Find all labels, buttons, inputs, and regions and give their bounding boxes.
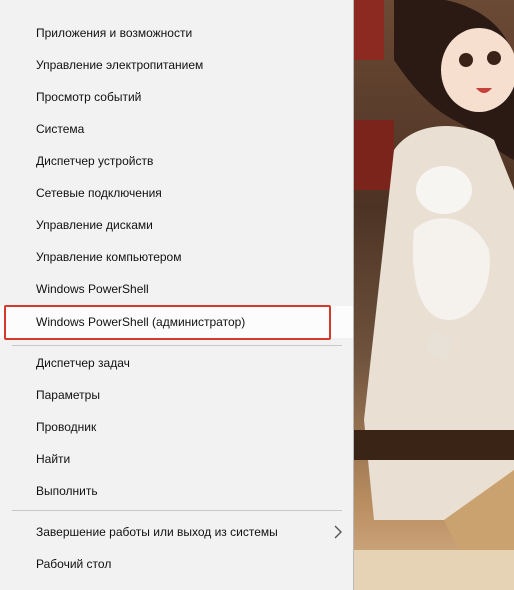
menu-item-label: Выполнить bbox=[36, 484, 98, 498]
menu-item-task-manager[interactable]: Диспетчер задач bbox=[0, 347, 353, 379]
menu-item-windows-powershell-admin[interactable]: Windows PowerShell (администратор) bbox=[0, 306, 353, 338]
menu-item-event-viewer[interactable]: Просмотр событий bbox=[0, 81, 353, 113]
menu-item-label: Windows PowerShell bbox=[36, 282, 149, 296]
menu-item-desktop[interactable]: Рабочий стол bbox=[0, 548, 353, 580]
menu-item-file-explorer[interactable]: Проводник bbox=[0, 411, 353, 443]
menu-item-computer-management[interactable]: Управление компьютером bbox=[0, 241, 353, 273]
menu-item-system[interactable]: Система bbox=[0, 113, 353, 145]
menu-item-network-connections[interactable]: Сетевые подключения bbox=[0, 177, 353, 209]
menu-item-label: Просмотр событий bbox=[36, 90, 142, 104]
menu-item-label: Windows PowerShell (администратор) bbox=[36, 315, 246, 329]
chevron-right-icon bbox=[333, 525, 343, 539]
menu-item-label: Диспетчер устройств bbox=[36, 154, 154, 168]
menu-item-label: Управление электропитанием bbox=[36, 58, 204, 72]
menu-item-label: Система bbox=[36, 122, 85, 136]
wallpaper-illustration bbox=[354, 0, 514, 590]
menu-item-label: Сетевые подключения bbox=[36, 186, 162, 200]
menu-item-windows-powershell[interactable]: Windows PowerShell bbox=[0, 273, 353, 305]
menu-item-device-manager[interactable]: Диспетчер устройств bbox=[0, 145, 353, 177]
menu-item-label: Найти bbox=[36, 452, 71, 466]
menu-item-search[interactable]: Найти bbox=[0, 443, 353, 475]
desktop-wallpaper bbox=[354, 0, 514, 590]
menu-separator bbox=[12, 510, 342, 511]
menu-item-disk-management[interactable]: Управление дисками bbox=[0, 209, 353, 241]
menu-item-settings[interactable]: Параметры bbox=[0, 379, 353, 411]
menu-item-label: Диспетчер задач bbox=[36, 356, 130, 370]
menu-item-apps-and-features[interactable]: Приложения и возможности bbox=[0, 17, 353, 49]
menu-item-label: Рабочий стол bbox=[36, 557, 112, 571]
menu-item-label: Приложения и возможности bbox=[36, 26, 193, 40]
menu-item-label: Управление дисками bbox=[36, 218, 153, 232]
menu-item-power-options[interactable]: Управление электропитанием bbox=[0, 49, 353, 81]
winx-context-menu: Приложения и возможности Управление элек… bbox=[0, 0, 354, 590]
menu-item-run[interactable]: Выполнить bbox=[0, 475, 353, 507]
menu-item-label: Завершение работы или выход из системы bbox=[36, 525, 278, 539]
menu-item-label: Параметры bbox=[36, 388, 100, 402]
menu-item-label: Проводник bbox=[36, 420, 97, 434]
menu-item-label: Управление компьютером bbox=[36, 250, 182, 264]
menu-separator bbox=[12, 345, 342, 346]
menu-item-shut-down-or-sign-out[interactable]: Завершение работы или выход из системы bbox=[0, 516, 353, 548]
